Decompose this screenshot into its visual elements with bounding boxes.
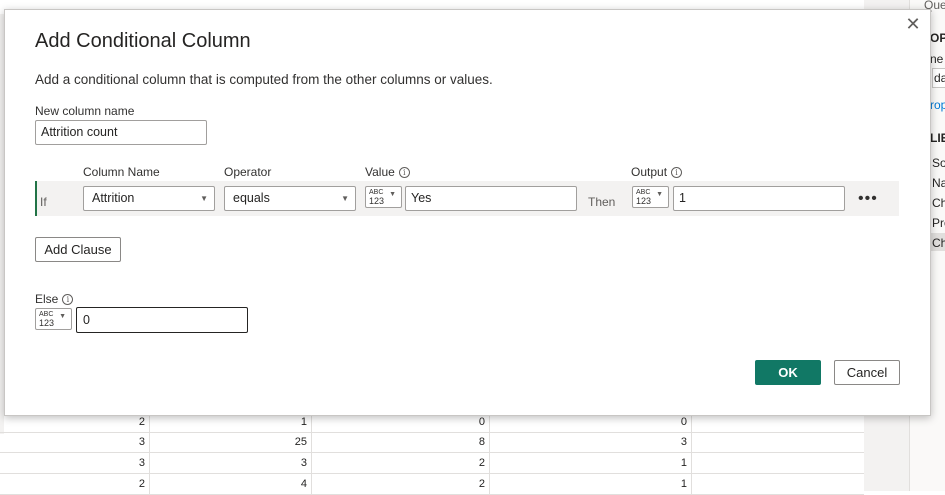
table-cell: 3 xyxy=(0,432,150,452)
query-name-value: da xyxy=(934,71,945,85)
close-icon[interactable]: ✕ xyxy=(903,14,923,34)
add-conditional-column-dialog: ✕ Add Conditional Column Add a condition… xyxy=(4,9,931,416)
add-clause-button[interactable]: Add Clause xyxy=(35,237,121,262)
dialog-description: Add a conditional column that is compute… xyxy=(35,72,493,87)
table-cell: 1 xyxy=(490,474,692,494)
all-properties-link[interactable]: rop xyxy=(930,98,945,112)
applied-steps-heading: LIE xyxy=(930,131,945,145)
table-cell: 3 xyxy=(490,432,692,452)
type-123-text: 123 xyxy=(369,196,385,206)
operator-header: Operator xyxy=(224,165,272,179)
ok-button[interactable]: OK xyxy=(755,360,821,385)
more-options-icon[interactable]: ••• xyxy=(858,191,878,207)
table-cell: 25 xyxy=(150,432,312,452)
output-type-button[interactable]: ABC 123 ▼ xyxy=(632,186,669,208)
chevron-down-icon: ▼ xyxy=(200,194,208,203)
info-icon: i xyxy=(398,167,410,179)
value-header-label: Value xyxy=(365,165,395,179)
table-row: 2 4 2 1 xyxy=(0,474,864,495)
type-123-text: 123 xyxy=(39,318,55,328)
chevron-down-icon: ▼ xyxy=(389,191,396,198)
table-cell: 2 xyxy=(0,474,150,494)
operator-value: equals xyxy=(233,191,270,205)
output-header-label: Output xyxy=(631,165,668,179)
type-123-text: 123 xyxy=(636,196,652,206)
table-cell: 4 xyxy=(150,474,312,494)
value-input[interactable]: Yes xyxy=(405,186,577,211)
if-label: If xyxy=(40,195,47,209)
table-cell: 3 xyxy=(150,453,312,473)
table-cell: 2 xyxy=(312,453,490,473)
operator-dropdown[interactable]: equals ▼ xyxy=(224,186,356,211)
chevron-down-icon: ▼ xyxy=(656,191,663,198)
name-label: ne xyxy=(930,52,944,66)
column-name-value: Attrition xyxy=(92,191,135,205)
else-label: Else xyxy=(35,292,59,306)
applied-step[interactable]: Pro xyxy=(932,216,945,230)
then-label: Then xyxy=(588,195,616,209)
output-input[interactable]: 1 xyxy=(673,186,845,211)
info-icon: i xyxy=(62,294,74,306)
applied-step[interactable]: Ch xyxy=(932,236,945,250)
value-type-button[interactable]: ABC 123 ▼ xyxy=(365,186,402,208)
clause-row-accent xyxy=(35,181,37,216)
output-header: Output i xyxy=(631,165,683,179)
column-name-header: Column Name xyxy=(83,165,160,179)
value-header: Value i xyxy=(365,165,410,179)
dialog-title: Add Conditional Column xyxy=(35,30,251,52)
table-cell: 3 xyxy=(0,453,150,473)
cancel-button[interactable]: Cancel xyxy=(834,360,900,385)
else-type-button[interactable]: ABC 123 ▼ xyxy=(35,308,72,330)
properties-heading: OPE xyxy=(930,31,945,45)
applied-step[interactable]: Ch xyxy=(932,196,945,210)
table-row: 3 3 2 1 xyxy=(0,453,864,474)
new-column-name-input[interactable]: Attrition count xyxy=(35,120,207,145)
column-name-dropdown[interactable]: Attrition ▼ xyxy=(83,186,215,211)
table-cell: 2 xyxy=(312,474,490,494)
else-label-group: Else i xyxy=(35,292,74,306)
chevron-down-icon: ▼ xyxy=(341,194,349,203)
new-column-name-label: New column name xyxy=(35,104,135,118)
table-cell: 1 xyxy=(490,453,692,473)
applied-step[interactable]: So xyxy=(932,156,945,170)
data-grid: 2 1 0 0 3 25 8 3 3 3 2 1 2 4 2 1 xyxy=(0,412,864,495)
chevron-down-icon: ▼ xyxy=(59,313,66,320)
table-cell: 8 xyxy=(312,432,490,452)
applied-step[interactable]: Na xyxy=(932,176,945,190)
table-row: 3 25 8 3 xyxy=(0,432,864,453)
else-input[interactable]: 0 xyxy=(76,307,248,333)
info-icon: i xyxy=(671,167,683,179)
